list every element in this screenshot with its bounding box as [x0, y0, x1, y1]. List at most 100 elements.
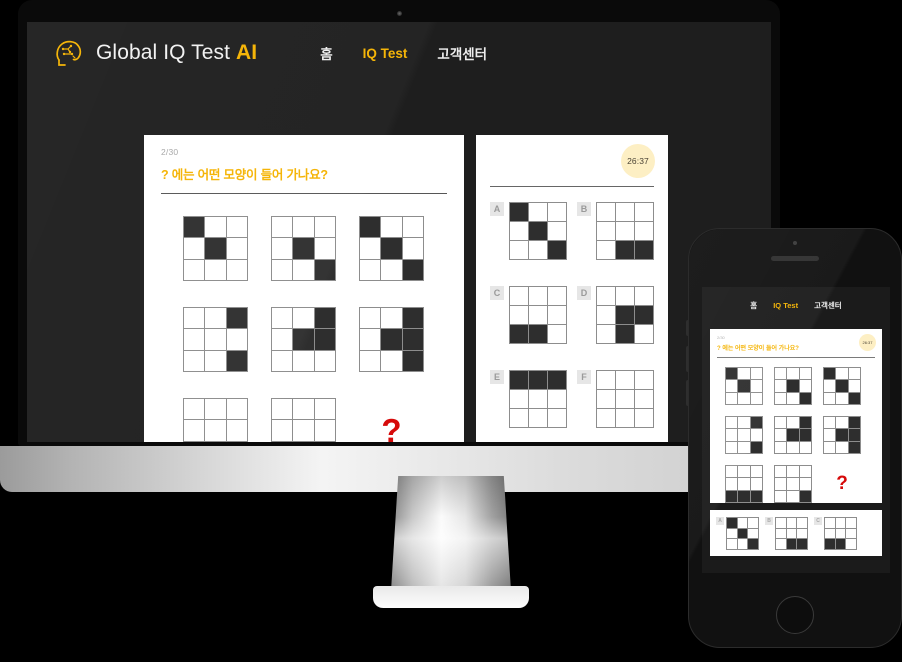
answer-option-f[interactable]: F — [577, 370, 654, 428]
puzzle-cell — [360, 350, 381, 371]
answer-options-list: A B C D E F — [490, 202, 654, 428]
answer-option-a[interactable]: A — [716, 517, 759, 550]
puzzle-cell — [726, 429, 738, 441]
puzzle-cell — [226, 217, 247, 238]
puzzle-cell — [738, 429, 750, 441]
puzzle-cell — [548, 203, 566, 221]
phone-volume-up-button[interactable] — [686, 346, 688, 372]
puzzle-cell — [184, 350, 205, 371]
desktop-monitor: Global IQ Test AI 홈 IQ Test 고객센터 2/30 ? … — [18, 0, 780, 446]
webcam-icon — [396, 11, 402, 16]
puzzle-cell — [205, 217, 226, 238]
puzzle-cell — [726, 392, 738, 404]
answer-option-b[interactable]: B — [577, 202, 654, 260]
puzzle-cell — [726, 417, 738, 429]
puzzle-cell — [205, 308, 226, 329]
puzzle-cell — [836, 368, 848, 380]
puzzle-cell — [787, 392, 799, 404]
matrix-grid-5 — [271, 307, 336, 372]
puzzle-cell — [184, 217, 205, 238]
quiz-area: 2/30 ? 에는 어떤 모양이 들어 가나요? ? 26:37 A B C D E F — [144, 135, 771, 442]
answer-grid-b — [775, 517, 808, 550]
puzzle-cell — [726, 380, 738, 392]
puzzle-cell — [402, 350, 423, 371]
puzzle-cell — [314, 259, 335, 280]
nav-item-iq-test[interactable]: IQ Test — [363, 46, 408, 61]
answer-option-c[interactable]: C — [814, 517, 857, 550]
phone-nav-item-iq-test[interactable]: IQ Test — [773, 301, 798, 310]
puzzle-cell — [836, 429, 848, 441]
puzzle-cell — [824, 429, 836, 441]
puzzle-cell — [293, 259, 314, 280]
phone-home-button[interactable] — [776, 596, 814, 634]
phone-mute-switch[interactable] — [686, 320, 688, 336]
phone-screen: 홈 IQ Test 고객센터 26:37 2/30 ? 에는 어떤 모양이 들어… — [702, 287, 890, 573]
puzzle-cell — [737, 518, 748, 528]
puzzle-cell — [529, 409, 547, 427]
puzzle-cell — [597, 241, 615, 259]
puzzle-cell — [360, 217, 381, 238]
puzzle-cell — [272, 420, 293, 441]
mobile-phone: 홈 IQ Test 고객센터 26:37 2/30 ? 에는 어떤 모양이 들어… — [686, 228, 902, 648]
puzzle-cell — [529, 371, 547, 389]
answer-grid-c — [824, 517, 857, 550]
answer-option-d[interactable]: D — [577, 286, 654, 344]
puzzle-cell — [402, 217, 423, 238]
puzzle-cell — [846, 539, 856, 549]
puzzle-cell — [635, 390, 653, 408]
puzzle-cell — [272, 238, 293, 259]
puzzle-cell — [825, 528, 835, 539]
puzzle-cell — [824, 368, 836, 380]
answer-option-a[interactable]: A — [490, 202, 567, 260]
puzzle-cell — [799, 466, 811, 478]
puzzle-cell — [314, 308, 335, 329]
phone-nav-item-home[interactable]: 홈 — [750, 300, 757, 311]
phone-bezel: 홈 IQ Test 고객센터 26:37 2/30 ? 에는 어떤 모양이 들어… — [688, 228, 902, 648]
matrix-grid-1 — [183, 216, 248, 281]
puzzle-cell — [825, 518, 835, 528]
answer-option-b[interactable]: B — [765, 517, 808, 550]
puzzle-cell — [799, 368, 811, 380]
puzzle-cell — [824, 417, 836, 429]
puzzle-cell — [510, 306, 528, 324]
puzzle-cell — [293, 399, 314, 420]
puzzle-cell — [775, 380, 787, 392]
puzzle-cell — [293, 420, 314, 441]
puzzle-cell — [748, 528, 758, 539]
puzzle-cell — [635, 287, 653, 305]
puzzle-cell — [787, 429, 799, 441]
puzzle-cell — [205, 238, 226, 259]
phone-camera-icon — [793, 241, 797, 245]
matrix-missing-question-mark: ? — [836, 473, 848, 494]
answer-option-e[interactable]: E — [490, 370, 567, 428]
puzzle-cell — [226, 420, 247, 441]
puzzle-cell — [184, 259, 205, 280]
puzzle-cell — [314, 238, 335, 259]
monitor-stand-shading — [391, 476, 511, 592]
answer-grid-a — [726, 517, 759, 550]
phone-volume-down-button[interactable] — [686, 380, 688, 406]
brand-name: Global IQ Test — [96, 41, 231, 64]
puzzle-cell — [799, 478, 811, 490]
brand[interactable]: Global IQ Test AI — [53, 36, 257, 70]
nav-item-support[interactable]: 고객센터 — [437, 43, 487, 63]
puzzle-cell — [529, 203, 547, 221]
puzzle-cell — [402, 308, 423, 329]
answer-option-c[interactable]: C — [490, 286, 567, 344]
puzzle-cell — [726, 466, 738, 478]
puzzle-cell — [846, 528, 856, 539]
answer-grid-d — [596, 286, 654, 344]
puzzle-cell — [548, 325, 566, 343]
puzzle-cell — [529, 306, 547, 324]
puzzle-cell — [799, 429, 811, 441]
matrix-grid-2 — [271, 216, 336, 281]
puzzle-cell — [529, 287, 547, 305]
phone-nav-item-support[interactable]: 고객센터 — [814, 300, 842, 311]
matrix-grid-7 — [725, 465, 763, 503]
puzzle-cell — [184, 420, 205, 441]
nav-item-home[interactable]: 홈 — [320, 43, 332, 63]
screenshot-stage: Global IQ Test AI 홈 IQ Test 고객센터 2/30 ? … — [0, 0, 902, 662]
puzzle-cell — [184, 308, 205, 329]
matrix-grid-6 — [359, 307, 424, 372]
puzzle-cell — [738, 466, 750, 478]
